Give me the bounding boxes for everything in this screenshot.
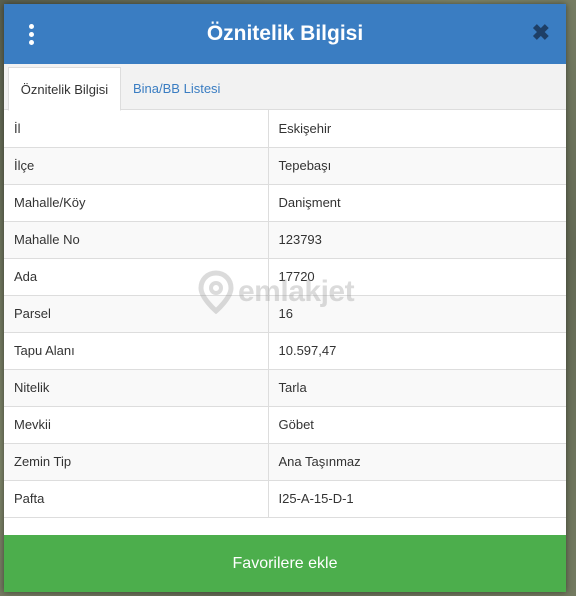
attribute-key: Mevkii xyxy=(4,406,269,444)
attribute-key: Mahalle/Köy xyxy=(4,184,269,222)
vertical-dots-icon[interactable] xyxy=(26,24,36,46)
table-row: Zemin Tip Ana Taşınmaz xyxy=(4,443,566,481)
attribute-key: Parsel xyxy=(4,295,269,333)
attribute-key: İl xyxy=(4,110,269,148)
attribute-key: Tapu Alanı xyxy=(4,332,269,370)
attribute-key: Zemin Tip xyxy=(4,443,269,481)
modal-header: Öznitelik Bilgisi ✖ xyxy=(4,4,566,64)
table-row: Mahalle/Köy Danişment xyxy=(4,184,566,222)
table-row: İlçe Tepebaşı xyxy=(4,147,566,185)
attribute-value: 17720 xyxy=(268,258,566,296)
attribute-value: 123793 xyxy=(268,221,566,259)
attribute-value: I25-A-15-D-1 xyxy=(268,480,566,518)
tab-bar: Öznitelik Bilgisi Bina/BB Listesi xyxy=(4,64,566,111)
tab-attribute-info[interactable]: Öznitelik Bilgisi xyxy=(8,67,121,111)
attribute-table: İl Eskişehir İlçe Tepebaşı Mahalle/Köy D… xyxy=(4,110,566,518)
attribute-value: Tepebaşı xyxy=(268,147,566,185)
table-row: Ada 17720 xyxy=(4,258,566,296)
table-row: İl Eskişehir xyxy=(4,110,566,148)
close-icon[interactable]: ✖ xyxy=(532,22,550,44)
attribute-value: 16 xyxy=(268,295,566,333)
attribute-value: Göbet xyxy=(268,406,566,444)
add-to-favorites-button[interactable]: Favorilere ekle xyxy=(4,535,566,592)
attribute-value: Eskişehir xyxy=(268,110,566,148)
attribute-key: İlçe xyxy=(4,147,269,185)
attribute-key: Ada xyxy=(4,258,269,296)
tab-building-list[interactable]: Bina/BB Listesi xyxy=(123,67,230,110)
modal-title: Öznitelik Bilgisi xyxy=(206,22,364,45)
attribute-key: Mahalle No xyxy=(4,221,269,259)
table-row: Parsel 16 xyxy=(4,295,566,333)
table-row: Nitelik Tarla xyxy=(4,369,566,407)
attribute-table-container: İl Eskişehir İlçe Tepebaşı Mahalle/Köy D… xyxy=(4,110,566,531)
table-row: Mevkii Göbet xyxy=(4,406,566,444)
table-row: Pafta I25-A-15-D-1 xyxy=(4,480,566,518)
attribute-key: Nitelik xyxy=(4,369,269,407)
attribute-info-modal: Öznitelik Bilgisi ✖ Öznitelik Bilgisi Bi… xyxy=(4,4,566,592)
attribute-value: Danişment xyxy=(268,184,566,222)
table-row: Mahalle No 123793 xyxy=(4,221,566,259)
attribute-key: Pafta xyxy=(4,480,269,518)
attribute-value: Tarla xyxy=(268,369,566,407)
attribute-value: Ana Taşınmaz xyxy=(268,443,566,481)
table-row: Tapu Alanı 10.597,47 xyxy=(4,332,566,370)
attribute-value: 10.597,47 xyxy=(268,332,566,370)
